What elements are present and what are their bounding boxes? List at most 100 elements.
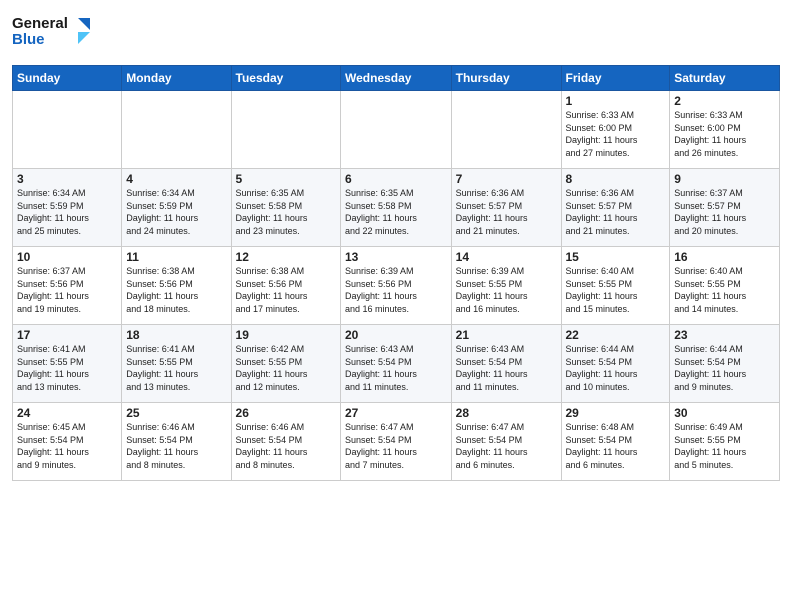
weekday-header: Sunday bbox=[13, 66, 122, 91]
calendar-day-cell: 4Sunrise: 6:34 AM Sunset: 5:59 PM Daylig… bbox=[122, 169, 231, 247]
day-number: 29 bbox=[566, 406, 666, 420]
calendar-day-cell: 23Sunrise: 6:44 AM Sunset: 5:54 PM Dayli… bbox=[670, 325, 780, 403]
weekday-header-row: SundayMondayTuesdayWednesdayThursdayFrid… bbox=[13, 66, 780, 91]
day-number: 27 bbox=[345, 406, 447, 420]
day-info: Sunrise: 6:34 AM Sunset: 5:59 PM Dayligh… bbox=[17, 187, 117, 237]
calendar-day-cell: 19Sunrise: 6:42 AM Sunset: 5:55 PM Dayli… bbox=[231, 325, 340, 403]
day-number: 7 bbox=[456, 172, 557, 186]
day-number: 11 bbox=[126, 250, 226, 264]
day-info: Sunrise: 6:35 AM Sunset: 5:58 PM Dayligh… bbox=[236, 187, 336, 237]
calendar-week-row: 17Sunrise: 6:41 AM Sunset: 5:55 PM Dayli… bbox=[13, 325, 780, 403]
day-info: Sunrise: 6:47 AM Sunset: 5:54 PM Dayligh… bbox=[345, 421, 447, 471]
calendar-week-row: 10Sunrise: 6:37 AM Sunset: 5:56 PM Dayli… bbox=[13, 247, 780, 325]
calendar-day-cell: 3Sunrise: 6:34 AM Sunset: 5:59 PM Daylig… bbox=[13, 169, 122, 247]
calendar-day-cell: 28Sunrise: 6:47 AM Sunset: 5:54 PM Dayli… bbox=[451, 403, 561, 481]
day-number: 30 bbox=[674, 406, 775, 420]
weekday-header: Tuesday bbox=[231, 66, 340, 91]
day-info: Sunrise: 6:40 AM Sunset: 5:55 PM Dayligh… bbox=[674, 265, 775, 315]
calendar-day-cell bbox=[13, 91, 122, 169]
day-info: Sunrise: 6:42 AM Sunset: 5:55 PM Dayligh… bbox=[236, 343, 336, 393]
logo: General Blue bbox=[12, 10, 92, 59]
day-info: Sunrise: 6:43 AM Sunset: 5:54 PM Dayligh… bbox=[456, 343, 557, 393]
day-info: Sunrise: 6:36 AM Sunset: 5:57 PM Dayligh… bbox=[456, 187, 557, 237]
day-number: 14 bbox=[456, 250, 557, 264]
calendar-week-row: 1Sunrise: 6:33 AM Sunset: 6:00 PM Daylig… bbox=[13, 91, 780, 169]
calendar-day-cell: 26Sunrise: 6:46 AM Sunset: 5:54 PM Dayli… bbox=[231, 403, 340, 481]
calendar-day-cell: 11Sunrise: 6:38 AM Sunset: 5:56 PM Dayli… bbox=[122, 247, 231, 325]
day-info: Sunrise: 6:36 AM Sunset: 5:57 PM Dayligh… bbox=[566, 187, 666, 237]
calendar-day-cell: 12Sunrise: 6:38 AM Sunset: 5:56 PM Dayli… bbox=[231, 247, 340, 325]
day-number: 23 bbox=[674, 328, 775, 342]
calendar-day-cell: 16Sunrise: 6:40 AM Sunset: 5:55 PM Dayli… bbox=[670, 247, 780, 325]
calendar-day-cell: 1Sunrise: 6:33 AM Sunset: 6:00 PM Daylig… bbox=[561, 91, 670, 169]
weekday-header: Thursday bbox=[451, 66, 561, 91]
day-info: Sunrise: 6:44 AM Sunset: 5:54 PM Dayligh… bbox=[566, 343, 666, 393]
day-number: 4 bbox=[126, 172, 226, 186]
calendar-day-cell bbox=[451, 91, 561, 169]
calendar-day-cell: 25Sunrise: 6:46 AM Sunset: 5:54 PM Dayli… bbox=[122, 403, 231, 481]
day-number: 10 bbox=[17, 250, 117, 264]
calendar-day-cell: 9Sunrise: 6:37 AM Sunset: 5:57 PM Daylig… bbox=[670, 169, 780, 247]
day-info: Sunrise: 6:47 AM Sunset: 5:54 PM Dayligh… bbox=[456, 421, 557, 471]
weekday-header: Friday bbox=[561, 66, 670, 91]
day-number: 22 bbox=[566, 328, 666, 342]
calendar-day-cell: 20Sunrise: 6:43 AM Sunset: 5:54 PM Dayli… bbox=[341, 325, 452, 403]
calendar-day-cell: 2Sunrise: 6:33 AM Sunset: 6:00 PM Daylig… bbox=[670, 91, 780, 169]
day-number: 17 bbox=[17, 328, 117, 342]
day-info: Sunrise: 6:46 AM Sunset: 5:54 PM Dayligh… bbox=[236, 421, 336, 471]
calendar-day-cell bbox=[341, 91, 452, 169]
day-number: 24 bbox=[17, 406, 117, 420]
logo-svg: General Blue bbox=[12, 10, 92, 54]
day-number: 21 bbox=[456, 328, 557, 342]
day-number: 18 bbox=[126, 328, 226, 342]
day-info: Sunrise: 6:37 AM Sunset: 5:56 PM Dayligh… bbox=[17, 265, 117, 315]
calendar-day-cell: 21Sunrise: 6:43 AM Sunset: 5:54 PM Dayli… bbox=[451, 325, 561, 403]
svg-text:General: General bbox=[12, 15, 68, 32]
day-info: Sunrise: 6:37 AM Sunset: 5:57 PM Dayligh… bbox=[674, 187, 775, 237]
day-number: 16 bbox=[674, 250, 775, 264]
calendar-day-cell: 24Sunrise: 6:45 AM Sunset: 5:54 PM Dayli… bbox=[13, 403, 122, 481]
calendar-day-cell: 8Sunrise: 6:36 AM Sunset: 5:57 PM Daylig… bbox=[561, 169, 670, 247]
day-info: Sunrise: 6:41 AM Sunset: 5:55 PM Dayligh… bbox=[17, 343, 117, 393]
svg-text:Blue: Blue bbox=[12, 31, 45, 48]
day-info: Sunrise: 6:38 AM Sunset: 5:56 PM Dayligh… bbox=[236, 265, 336, 315]
calendar-day-cell: 22Sunrise: 6:44 AM Sunset: 5:54 PM Dayli… bbox=[561, 325, 670, 403]
day-info: Sunrise: 6:33 AM Sunset: 6:00 PM Dayligh… bbox=[674, 109, 775, 159]
day-number: 3 bbox=[17, 172, 117, 186]
calendar-week-row: 3Sunrise: 6:34 AM Sunset: 5:59 PM Daylig… bbox=[13, 169, 780, 247]
calendar-day-cell: 15Sunrise: 6:40 AM Sunset: 5:55 PM Dayli… bbox=[561, 247, 670, 325]
day-number: 5 bbox=[236, 172, 336, 186]
logo-area: General Blue bbox=[12, 10, 92, 59]
day-number: 8 bbox=[566, 172, 666, 186]
day-number: 25 bbox=[126, 406, 226, 420]
calendar-day-cell: 18Sunrise: 6:41 AM Sunset: 5:55 PM Dayli… bbox=[122, 325, 231, 403]
day-info: Sunrise: 6:38 AM Sunset: 5:56 PM Dayligh… bbox=[126, 265, 226, 315]
day-info: Sunrise: 6:34 AM Sunset: 5:59 PM Dayligh… bbox=[126, 187, 226, 237]
day-info: Sunrise: 6:45 AM Sunset: 5:54 PM Dayligh… bbox=[17, 421, 117, 471]
day-number: 2 bbox=[674, 94, 775, 108]
day-number: 15 bbox=[566, 250, 666, 264]
day-info: Sunrise: 6:41 AM Sunset: 5:55 PM Dayligh… bbox=[126, 343, 226, 393]
weekday-header: Wednesday bbox=[341, 66, 452, 91]
day-info: Sunrise: 6:46 AM Sunset: 5:54 PM Dayligh… bbox=[126, 421, 226, 471]
page: General Blue SundayMondayTuesdayWednesda… bbox=[0, 0, 792, 612]
day-info: Sunrise: 6:40 AM Sunset: 5:55 PM Dayligh… bbox=[566, 265, 666, 315]
weekday-header: Monday bbox=[122, 66, 231, 91]
header: General Blue bbox=[12, 10, 780, 59]
day-info: Sunrise: 6:39 AM Sunset: 5:55 PM Dayligh… bbox=[456, 265, 557, 315]
day-info: Sunrise: 6:35 AM Sunset: 5:58 PM Dayligh… bbox=[345, 187, 447, 237]
day-info: Sunrise: 6:39 AM Sunset: 5:56 PM Dayligh… bbox=[345, 265, 447, 315]
calendar-day-cell: 13Sunrise: 6:39 AM Sunset: 5:56 PM Dayli… bbox=[341, 247, 452, 325]
calendar-table: SundayMondayTuesdayWednesdayThursdayFrid… bbox=[12, 65, 780, 481]
day-number: 1 bbox=[566, 94, 666, 108]
weekday-header: Saturday bbox=[670, 66, 780, 91]
day-number: 12 bbox=[236, 250, 336, 264]
calendar-day-cell: 5Sunrise: 6:35 AM Sunset: 5:58 PM Daylig… bbox=[231, 169, 340, 247]
calendar-day-cell: 29Sunrise: 6:48 AM Sunset: 5:54 PM Dayli… bbox=[561, 403, 670, 481]
calendar-day-cell: 30Sunrise: 6:49 AM Sunset: 5:55 PM Dayli… bbox=[670, 403, 780, 481]
calendar-week-row: 24Sunrise: 6:45 AM Sunset: 5:54 PM Dayli… bbox=[13, 403, 780, 481]
day-info: Sunrise: 6:43 AM Sunset: 5:54 PM Dayligh… bbox=[345, 343, 447, 393]
day-info: Sunrise: 6:33 AM Sunset: 6:00 PM Dayligh… bbox=[566, 109, 666, 159]
day-info: Sunrise: 6:48 AM Sunset: 5:54 PM Dayligh… bbox=[566, 421, 666, 471]
calendar-day-cell: 17Sunrise: 6:41 AM Sunset: 5:55 PM Dayli… bbox=[13, 325, 122, 403]
